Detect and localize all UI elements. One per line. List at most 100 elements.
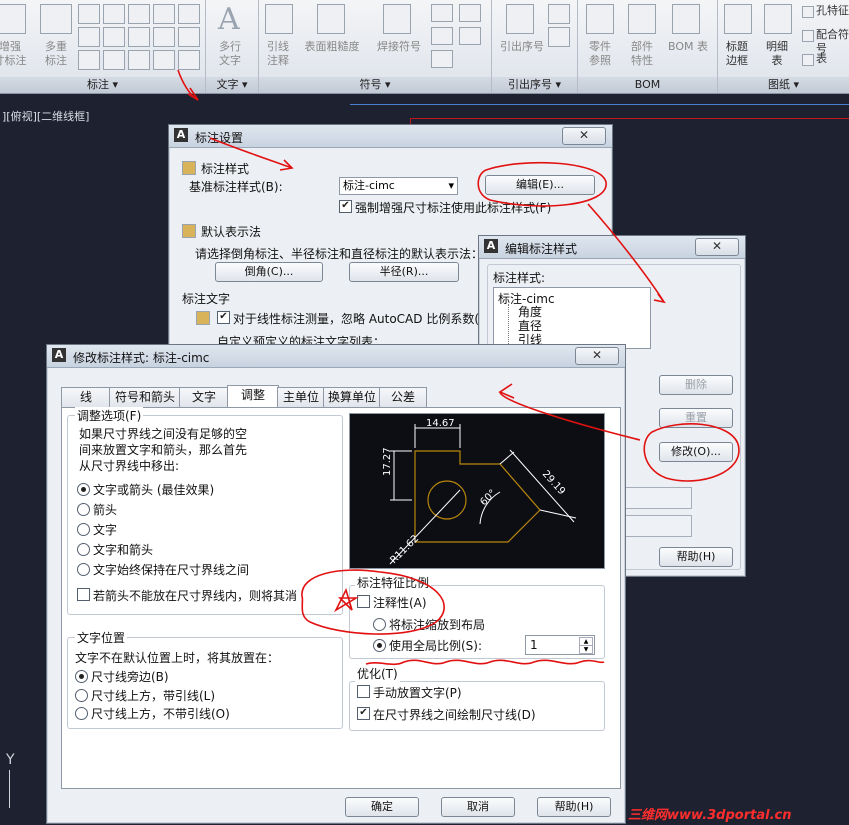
help-button[interactable]: 帮助(H) <box>659 547 733 567</box>
symbol-tool-icon[interactable] <box>431 50 453 68</box>
leader-note-button[interactable]: 引线 注释 <box>259 40 297 68</box>
parts-list-icon[interactable] <box>764 4 792 34</box>
textpos-radio-beside[interactable] <box>75 670 88 683</box>
balloon-button[interactable]: 引出序号 <box>492 40 552 54</box>
modify-button[interactable]: 修改(O)... <box>659 442 733 462</box>
dim-tool-icon[interactable] <box>153 4 175 24</box>
table-button[interactable]: 表 <box>816 52 846 66</box>
fit-radio-keep-inside[interactable] <box>77 563 90 576</box>
panel-title-dimension[interactable]: 标注 ▾ <box>0 77 205 93</box>
dim-tool-icon[interactable] <box>128 4 150 24</box>
dim-tool-icon[interactable] <box>128 50 150 70</box>
scale-layout-radio[interactable] <box>373 618 386 631</box>
tab-alternate-units[interactable]: 换算单位 <box>323 387 381 407</box>
tab-fit[interactable]: 调整 <box>227 385 279 407</box>
panel-title-balloon[interactable]: 引出序号 ▾ <box>492 77 577 93</box>
viewport-label[interactable]: ][俯视][二维线框] <box>2 108 89 124</box>
balloon-tool-icon[interactable] <box>548 4 570 24</box>
fit-symbol-icon[interactable] <box>802 30 814 42</box>
enhanced-dim-icon[interactable] <box>0 4 26 34</box>
delete-button[interactable]: 删除 <box>659 375 733 395</box>
dialog-titlebar[interactable]: A 编辑标注样式 ✕ <box>479 236 745 259</box>
weld-symbol-button[interactable]: 焊接符号 <box>369 40 429 54</box>
component-property-button[interactable]: 部件 特性 <box>622 40 662 68</box>
weld-symbol-icon[interactable] <box>383 4 411 34</box>
tab-symbols-arrows[interactable]: 符号和箭头 <box>109 387 181 407</box>
component-property-icon[interactable] <box>628 4 656 34</box>
part-reference-button[interactable]: 零件 参照 <box>580 40 620 68</box>
close-button[interactable]: ✕ <box>562 127 606 145</box>
annotative-checkbox[interactable] <box>357 595 370 608</box>
style-tree[interactable]: 标注-cimc 角度 直径 引线 <box>493 287 651 349</box>
symbol-tool-icon[interactable] <box>431 27 453 45</box>
force-style-checkbox[interactable]: ✔ <box>339 200 352 213</box>
base-style-select[interactable]: 标注-cimc ▾ <box>339 177 458 195</box>
hole-feature-button[interactable]: 孔特征 <box>816 4 849 18</box>
tab-primary-units[interactable]: 主单位 <box>277 387 325 407</box>
dialog-titlebar[interactable]: A 修改标注样式: 标注-cimc ✕ <box>47 345 625 368</box>
panel-title-symbol[interactable]: 符号 ▾ <box>259 77 491 93</box>
draw-between-checkbox[interactable]: ✔ <box>357 707 370 720</box>
panel-title-bom[interactable]: BOM <box>578 77 717 93</box>
dim-tool-icon[interactable] <box>178 4 200 24</box>
reset-button[interactable]: 重置 <box>659 408 733 428</box>
suppress-arrows-checkbox[interactable] <box>77 588 90 601</box>
dialog-titlebar[interactable]: A 标注设置 ✕ <box>169 125 612 148</box>
title-border-icon[interactable] <box>724 4 752 34</box>
manual-place-checkbox[interactable] <box>357 685 370 698</box>
enhanced-dim-button[interactable]: 增强 寸标注 <box>0 40 28 68</box>
part-reference-icon[interactable] <box>586 4 614 34</box>
hole-feature-icon[interactable] <box>802 6 814 18</box>
close-button[interactable]: ✕ <box>695 238 739 256</box>
dim-tool-icon[interactable] <box>78 27 100 47</box>
dim-tool-icon[interactable] <box>178 27 200 47</box>
panel-title-drawing[interactable]: 图纸 ▾ <box>718 77 849 93</box>
symbol-tool-icon[interactable] <box>431 4 453 22</box>
fit-radio-best[interactable] <box>77 483 90 496</box>
textpos-radio-leader[interactable] <box>75 689 88 702</box>
surface-roughness-button[interactable]: 表面粗糙度 <box>299 40 365 54</box>
fit-radio-arrows[interactable] <box>77 503 90 516</box>
global-scale-spinner[interactable]: 1 ▲ ▼ <box>525 635 595 655</box>
close-button[interactable]: ✕ <box>575 347 619 365</box>
parts-list-button[interactable]: 明细 表 <box>758 40 796 68</box>
text-a-icon[interactable]: A <box>218 2 240 37</box>
dim-tool-icon[interactable] <box>178 50 200 70</box>
tab-lines[interactable]: 线 <box>61 387 111 407</box>
fit-radio-text[interactable] <box>77 523 90 536</box>
bom-table-icon[interactable] <box>672 4 700 34</box>
dim-tool-icon[interactable] <box>78 4 100 24</box>
balloon-icon[interactable] <box>506 4 534 34</box>
panel-title-text[interactable]: 文字 ▾ <box>206 77 258 93</box>
radius-button[interactable]: 半径(R)... <box>349 262 459 282</box>
dim-tool-icon[interactable] <box>103 4 125 24</box>
cancel-button[interactable]: 取消 <box>441 797 515 817</box>
edit-button[interactable]: 编辑(E)... <box>485 175 595 195</box>
dim-tool-icon[interactable] <box>103 50 125 70</box>
bom-table-button[interactable]: BOM 表 <box>664 40 712 54</box>
ignore-scale-checkbox[interactable]: ✔ <box>217 311 230 324</box>
table-icon[interactable] <box>802 54 814 66</box>
title-border-button[interactable]: 标题 边框 <box>718 40 756 68</box>
chamfer-button[interactable]: 倒角(C)... <box>215 262 323 282</box>
help-button[interactable]: 帮助(H) <box>537 797 611 817</box>
fit-radio-both[interactable] <box>77 543 90 556</box>
dim-tool-icon[interactable] <box>153 27 175 47</box>
surface-roughness-icon[interactable] <box>317 4 345 34</box>
leader-note-icon[interactable] <box>265 4 293 34</box>
multi-dim-button[interactable]: 多重 标注 <box>38 40 74 68</box>
spinner-down-icon[interactable]: ▼ <box>579 645 593 654</box>
dim-tool-icon[interactable] <box>103 27 125 47</box>
symbol-tool-icon[interactable] <box>459 27 481 45</box>
mtext-button[interactable]: 多行 文字 <box>206 40 254 68</box>
dim-tool-icon[interactable] <box>153 50 175 70</box>
global-scale-radio[interactable] <box>373 639 386 652</box>
dim-tool-icon[interactable] <box>128 27 150 47</box>
tab-text[interactable]: 文字 <box>179 387 229 407</box>
textpos-radio-noleader[interactable] <box>75 707 88 720</box>
symbol-tool-icon[interactable] <box>459 4 481 22</box>
multi-dim-icon[interactable] <box>40 4 72 34</box>
dim-tool-icon[interactable] <box>78 50 100 70</box>
ok-button[interactable]: 确定 <box>345 797 419 817</box>
tab-tolerances[interactable]: 公差 <box>379 387 427 407</box>
